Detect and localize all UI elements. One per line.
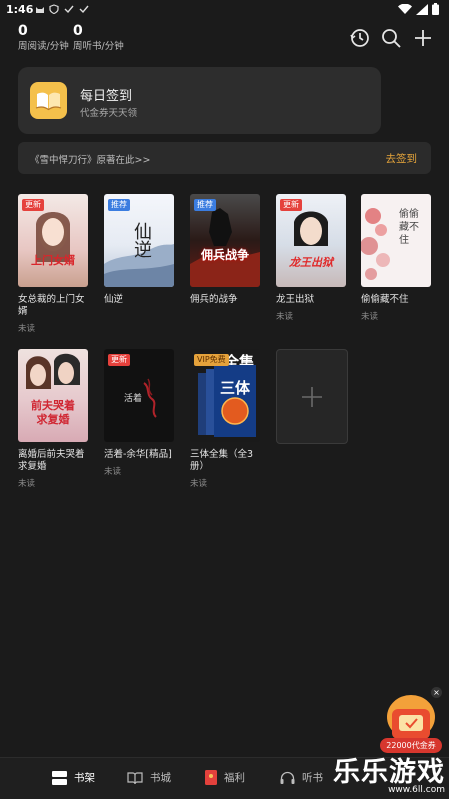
open-book-icon (30, 82, 67, 119)
book-title: 仙逆 (104, 294, 124, 305)
cover-title-text: 活着 (124, 394, 143, 404)
bookshelf-icon (52, 770, 67, 785)
book-cover[interactable]: 活着 更新 (104, 349, 174, 442)
book-item[interactable]: 佣兵战争 推荐 佣兵的战争 (190, 194, 260, 310)
book-title: 龙王出狱 (276, 294, 315, 305)
book-item[interactable]: 活着 更新 活着-余华[精品] 未读 (104, 349, 174, 477)
book-status: 未读 (18, 324, 36, 334)
headphones-icon (280, 771, 295, 784)
cover-title-text: 佣兵战争 (200, 248, 249, 262)
book-cover[interactable]: 上门女婿 更新 (18, 194, 88, 287)
battery-icon (432, 3, 439, 15)
signal-icon (416, 3, 428, 15)
cover-subtitle-text: 三体 (220, 379, 251, 397)
status-time: 1:46 (6, 3, 34, 16)
cover-title-text: 龙王出狱 (289, 256, 333, 269)
book-item[interactable]: 前夫哭着求复婚 离婚后前夫哭着求复婚 未读 (18, 349, 88, 489)
weekly-reading-stat: 0 周阅读/分钟 (18, 22, 69, 53)
status-bar: 1:46 (0, 0, 449, 20)
banner-text: 《雪中悍刀行》原著在此>> (30, 155, 151, 166)
book-item[interactable]: 龙王出狱 更新 龙王出狱 未读 (276, 194, 346, 322)
red-envelope-icon (205, 770, 217, 785)
reading-minutes: 0 (18, 23, 28, 39)
nav-label: 福利 (224, 772, 245, 784)
book-status: 未读 (361, 312, 379, 322)
coupon-promo-widget[interactable]: × 22000代金券 (380, 687, 442, 753)
watermark-logo: 乐乐游戏 www.6ll.com (333, 757, 445, 796)
daily-signin-card[interactable]: 每日签到 代金券天天领 (18, 67, 381, 134)
book-cover[interactable]: 偷偷藏不住 (361, 194, 431, 287)
bottom-nav: 书架 书城 福利 听书 乐乐游戏 www.6ll.com (0, 757, 449, 799)
cover-title-text: 上门女婿 (31, 254, 75, 267)
book-cover[interactable]: 龙王出狱 更新 (276, 194, 346, 287)
book-item[interactable]: 全集 三体 VIP免费 三体全集（全3册） 未读 (190, 349, 260, 489)
book-title: 女总裁的上门女婿 (18, 294, 85, 317)
book-icon (127, 771, 143, 784)
nav-audiobooks[interactable]: 听书 (280, 770, 323, 785)
book-status: 未读 (18, 479, 36, 489)
book-item[interactable]: 仙逆 推荐 仙逆 (104, 194, 174, 310)
book-cover[interactable]: 佣兵战争 推荐 (190, 194, 260, 287)
book-status: 未读 (276, 312, 294, 322)
update-badge: 更新 (108, 354, 130, 366)
book-status: 未读 (190, 479, 208, 489)
check-icon (64, 5, 74, 14)
cat-icon (36, 7, 44, 13)
book-title: 佣兵的战争 (190, 294, 238, 305)
book-item[interactable]: 偷偷藏不住 偷偷藏不住 未读 (361, 194, 431, 322)
listening-label: 周听书/分钟 (73, 41, 124, 52)
book-cover[interactable]: 全集 三体 VIP免费 (190, 349, 260, 442)
search-icon[interactable] (380, 27, 402, 49)
wifi-icon (398, 3, 412, 14)
book-title: 三体全集（全3册） (190, 449, 254, 472)
plus-icon (302, 387, 322, 407)
nav-label: 书架 (74, 772, 95, 784)
book-title: 离婚后前夫哭着求复婚 (18, 449, 85, 472)
book-status: 未读 (104, 467, 122, 477)
book-cover[interactable]: 仙逆 推荐 (104, 194, 174, 287)
update-badge: 更新 (22, 199, 44, 211)
listening-minutes: 0 (73, 23, 83, 39)
coupon-label: 22000代金券 (380, 738, 442, 753)
book-title: 偷偷藏不住 (361, 294, 409, 305)
go-signin-link[interactable]: 去签到 (386, 151, 418, 166)
add-book-button[interactable] (276, 349, 348, 444)
shield-icon (49, 4, 59, 14)
close-icon[interactable]: × (431, 687, 442, 698)
watermark-title: 乐乐游戏 (333, 757, 445, 788)
cover-title-text: 前夫哭着求复婚 (31, 399, 75, 426)
signin-title: 每日签到 (80, 89, 133, 104)
reading-label: 周阅读/分钟 (18, 41, 69, 52)
nav-bookshelf[interactable]: 书架 (52, 770, 95, 785)
add-icon[interactable] (412, 27, 434, 49)
weekly-listening-stat: 0 周听书/分钟 (73, 22, 124, 53)
cover-title-text: 偷偷藏不住 (399, 209, 419, 246)
book-title: 活着-余华[精品] (104, 449, 172, 460)
cover-title-text: 仙逆 (131, 222, 152, 258)
update-badge: 更新 (280, 199, 302, 211)
book-item[interactable]: 上门女婿 更新 女总裁的上门女婿 未读 (18, 194, 88, 334)
check-icon (79, 5, 89, 14)
nav-label: 听书 (302, 772, 323, 784)
history-icon[interactable] (349, 27, 371, 49)
vip-free-badge: VIP免费 (194, 354, 229, 366)
book-cover[interactable]: 前夫哭着求复婚 (18, 349, 88, 442)
recommend-badge: 推荐 (194, 199, 216, 211)
nav-label: 书城 (150, 772, 171, 784)
signin-subtitle: 代金券天天领 (80, 108, 138, 119)
promo-banner[interactable]: 《雪中悍刀行》原著在此>> 去签到 (18, 142, 431, 174)
nav-bookstore[interactable]: 书城 (127, 770, 171, 785)
recommend-badge: 推荐 (108, 199, 130, 211)
nav-welfare[interactable]: 福利 (205, 770, 245, 785)
